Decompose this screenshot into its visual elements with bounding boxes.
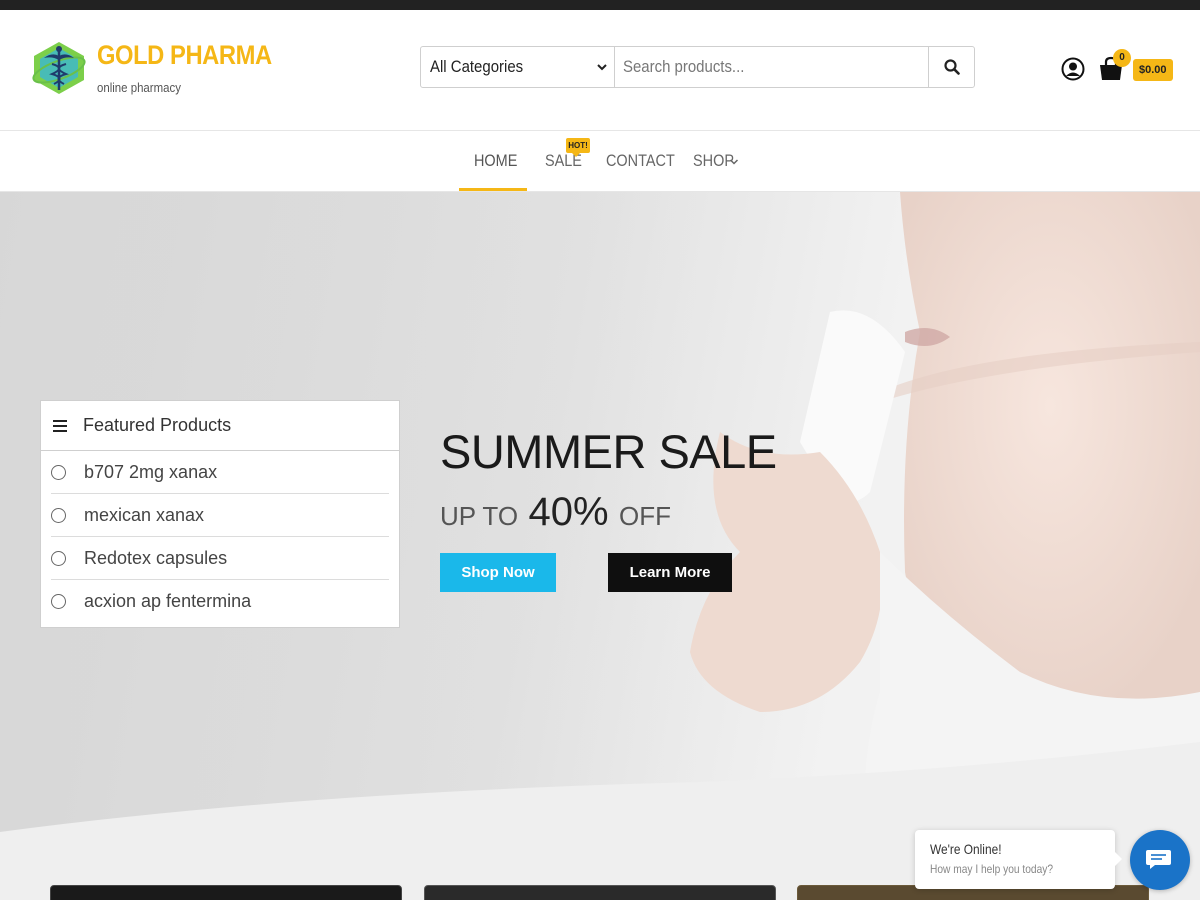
top-bar (0, 0, 1200, 10)
hero-discount: UP TO 40% OFF (440, 490, 671, 535)
category-select-value: All Categories (430, 57, 524, 76)
search-placeholder: Search products... (623, 57, 745, 76)
caduceus-logo[interactable] (30, 40, 88, 96)
hero-title: SUMMER SALE (440, 425, 777, 478)
hero-off: OFF (619, 501, 672, 531)
chat-icon (1146, 850, 1171, 869)
featured-product-label: Redotex capsules (84, 547, 228, 568)
cart-count-badge: 0 (1113, 49, 1131, 67)
site-header: GOLD PHARMA online pharmacy All Categori… (0, 10, 1200, 130)
chat-open-button[interactable] (1130, 830, 1190, 890)
chat-prompt: How may I help you today? (930, 862, 1054, 876)
featured-products-widget: Featured Products b707 2mg xanax mexican… (40, 400, 400, 628)
chevron-down-icon[interactable] (729, 157, 739, 167)
cart-total[interactable]: $0.00 (1133, 59, 1173, 81)
featured-product-item[interactable]: Redotex capsules (51, 537, 389, 580)
featured-product-item[interactable]: mexican xanax (51, 494, 389, 537)
nav-shop[interactable]: SHOP (693, 151, 734, 171)
search-icon (943, 59, 960, 75)
featured-product-label: b707 2mg xanax (84, 461, 218, 482)
circle-icon (51, 464, 66, 480)
featured-product-item[interactable]: b707 2mg xanax (51, 451, 389, 494)
circle-icon (51, 550, 66, 566)
nav-home[interactable]: HOME (474, 151, 517, 171)
featured-product-label: mexican xanax (84, 504, 205, 525)
circle-icon (51, 594, 66, 609)
category-select[interactable]: All Categories (421, 47, 615, 87)
featured-products-list: b707 2mg xanax mexican xanax Redotex cap… (41, 451, 399, 623)
hero-up-to: UP TO (440, 501, 519, 531)
nav-active-indicator (459, 188, 527, 191)
product-search-bar: All Categories Search products... (420, 46, 975, 88)
product-thumbnail[interactable] (50, 885, 402, 900)
featured-products-title: Featured Products (83, 415, 232, 435)
chat-greeting-bubble[interactable]: We're Online! How may I help you today? (915, 830, 1122, 889)
hot-badge: HOT! (566, 138, 590, 157)
hero-percent: 40% (528, 490, 609, 534)
main-nav: HOME SALE HOT! CONTACT SHOP (0, 130, 1200, 192)
brand-name[interactable]: GOLD PHARMA (97, 40, 272, 71)
brand-tagline: online pharmacy (97, 80, 181, 95)
featured-product-item[interactable]: acxion ap fentermina (51, 580, 389, 623)
chat-status: We're Online! (930, 841, 1002, 857)
featured-product-label: acxion ap fentermina (84, 591, 252, 611)
search-input[interactable]: Search products... (615, 47, 928, 87)
featured-products-header[interactable]: Featured Products (41, 401, 399, 451)
nav-contact[interactable]: CONTACT (606, 151, 675, 171)
hamburger-icon (53, 419, 67, 432)
product-thumbnail[interactable] (424, 885, 776, 900)
search-button[interactable] (928, 47, 974, 87)
chevron-down-icon (597, 64, 607, 71)
circle-icon (51, 507, 66, 523)
learn-more-button[interactable]: Learn More (608, 553, 732, 592)
user-circle-icon[interactable] (1061, 57, 1085, 81)
shop-now-button[interactable]: Shop Now (440, 553, 556, 592)
